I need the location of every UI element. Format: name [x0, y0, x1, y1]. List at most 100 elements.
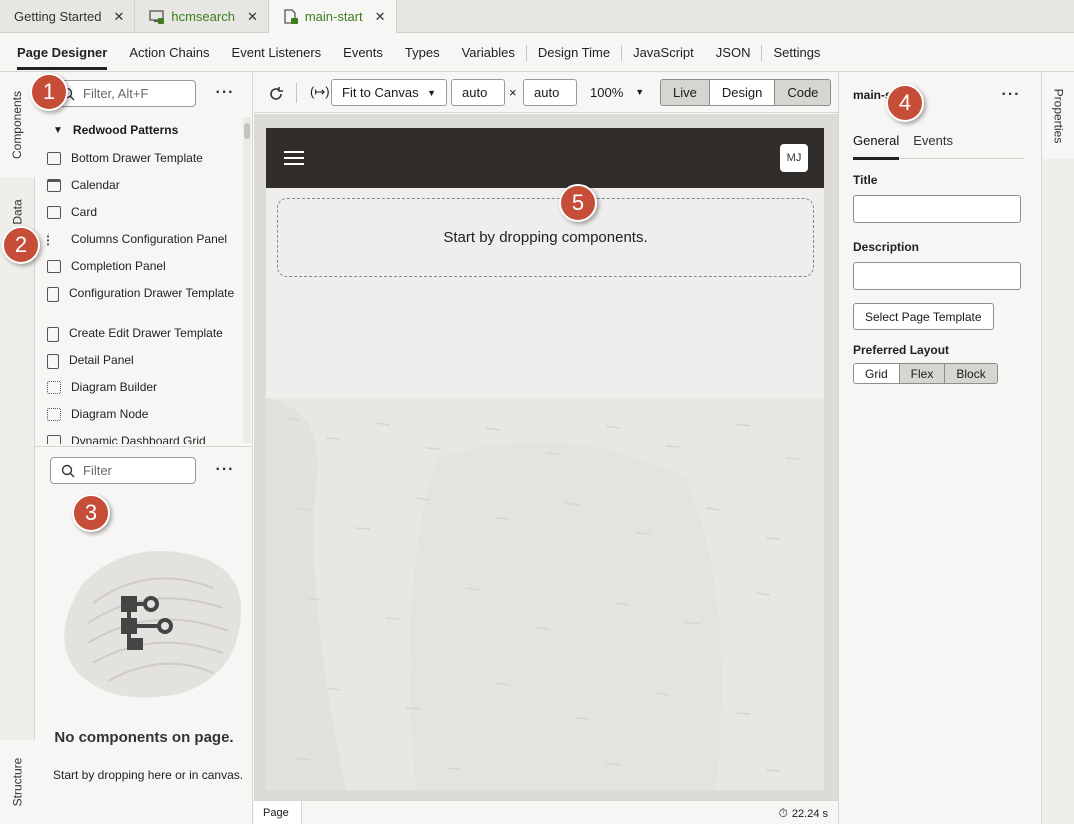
components-panel: Filter, Alt+F ··· ▼ Redwood Patterns Bot… — [35, 73, 253, 445]
component-list: Bottom Drawer Template Calendar Card Col… — [47, 147, 243, 444]
callout-badge-1: 1 — [30, 73, 68, 111]
tab-variables[interactable]: Variables — [451, 34, 526, 72]
vtab-label: Components — [10, 90, 25, 160]
callout-badge-3: 3 — [72, 494, 110, 532]
title-input[interactable] — [853, 195, 1021, 223]
structure-filter-input[interactable]: Filter — [50, 457, 196, 484]
select-page-template-button[interactable]: Select Page Template — [853, 303, 994, 330]
component-label: Calendar — [71, 178, 120, 192]
background-texture — [266, 398, 824, 790]
list-icon — [47, 233, 61, 246]
width-input[interactable]: auto — [451, 79, 505, 106]
component-bottom-drawer-template[interactable]: Bottom Drawer Template — [47, 147, 243, 174]
callout-badge-4: 4 — [886, 84, 924, 122]
component-drop-zone[interactable]: Start by dropping components. — [277, 198, 814, 277]
tab-event-listeners[interactable]: Event Listeners — [221, 34, 333, 72]
tab-general[interactable]: General — [853, 133, 900, 160]
group-label: Redwood Patterns — [72, 123, 179, 137]
component-group-header[interactable]: ▼ Redwood Patterns — [53, 123, 178, 137]
component-dynamic-dashboard-grid[interactable]: Dynamic Dashboard Grid — [47, 430, 243, 444]
components-filter-input[interactable]: Filter, Alt+F — [50, 80, 196, 107]
tab-page-designer[interactable]: Page Designer — [6, 34, 118, 72]
component-configuration-drawer-template[interactable]: Configuration Drawer Template — [47, 282, 243, 322]
component-diagram-node[interactable]: Diagram Node — [47, 403, 243, 430]
component-list-scrollbar[interactable] — [243, 117, 251, 443]
page-preview[interactable]: MJ Start by dropping components. — [266, 128, 824, 790]
tab-javascript[interactable]: JavaScript — [622, 34, 705, 72]
layout-grid[interactable]: Grid — [854, 364, 900, 383]
times-label: × — [509, 85, 517, 100]
tab-events[interactable]: Events — [913, 133, 953, 159]
component-label: Completion Panel — [71, 259, 166, 273]
component-label: Card — [71, 205, 98, 219]
component-label: Configuration Drawer Template — [69, 286, 235, 300]
component-label: Bottom Drawer Template — [71, 151, 203, 165]
description-input[interactable] — [853, 262, 1021, 290]
tab-types[interactable]: Types — [394, 34, 451, 72]
fit-to-canvas-dropdown[interactable]: Fit to Canvas ▼ — [331, 79, 447, 106]
refresh-icon[interactable] — [268, 86, 284, 102]
divider — [296, 83, 297, 103]
vtab-structure[interactable]: Structure — [0, 740, 35, 824]
variables-icon[interactable]: (↦) — [310, 84, 330, 100]
scrollbar-thumb[interactable] — [244, 123, 250, 139]
tab-main-start[interactable]: main-start ✕ — [268, 0, 397, 34]
hamburger-menu-icon[interactable] — [284, 151, 304, 165]
mode-code[interactable]: Code — [775, 80, 831, 105]
vtab-label: Structure — [10, 757, 25, 807]
layout-block[interactable]: Block — [945, 364, 997, 383]
structure-panel: Filter ··· No components on page. Start … — [35, 446, 253, 824]
template-icon — [47, 152, 61, 165]
vtab-label: Data — [10, 199, 25, 225]
tab-json[interactable]: JSON — [705, 34, 762, 72]
tab-label: Getting Started — [14, 9, 102, 24]
more-options-icon[interactable]: ··· — [213, 458, 237, 482]
drawer-icon — [47, 287, 59, 302]
left-vertical-tabs: Components Data Structure — [0, 73, 35, 824]
component-diagram-builder[interactable]: Diagram Builder — [47, 376, 243, 403]
component-label: Create Edit Drawer Template — [69, 326, 223, 340]
close-icon[interactable]: ✕ — [113, 9, 124, 25]
height-input[interactable]: auto — [523, 79, 577, 106]
component-label: Detail Panel — [69, 353, 134, 367]
stopwatch-icon: ⏱ — [778, 806, 788, 820]
tab-hcmsearch[interactable]: hcmsearch ✕ — [135, 0, 269, 33]
diagram-icon — [47, 381, 61, 394]
callout-badge-5: 5 — [559, 184, 597, 222]
component-columns-configuration-panel[interactable]: Columns Configuration Panel — [47, 228, 243, 255]
design-canvas[interactable]: MJ Start by dropping components. — [254, 114, 838, 800]
component-detail-panel[interactable]: Detail Panel — [47, 349, 243, 376]
component-label: Dynamic Dashboard Grid — [71, 434, 206, 444]
more-options-icon[interactable]: ··· — [213, 81, 237, 105]
component-completion-panel[interactable]: Completion Panel — [47, 255, 243, 282]
tab-design-time[interactable]: Design Time — [527, 34, 621, 72]
breadcrumb-page[interactable]: Page — [254, 801, 302, 824]
drop-zone-text: Start by dropping components. — [443, 229, 648, 246]
tab-action-chains[interactable]: Action Chains — [118, 34, 220, 72]
mode-live[interactable]: Live — [661, 80, 710, 105]
more-options-icon[interactable]: ··· — [999, 83, 1023, 107]
vtab-properties[interactable]: Properties — [1042, 73, 1074, 159]
tab-settings[interactable]: Settings — [762, 34, 831, 72]
load-timer: ⏱ 22.24 s — [779, 806, 828, 821]
layout-flex[interactable]: Flex — [899, 364, 946, 383]
mode-design[interactable]: Design — [709, 80, 776, 105]
properties-panel: main-s ··· General Events Title Descript… — [838, 73, 1041, 824]
empty-structure-subtitle: Start by dropping here or in canvas. — [53, 768, 244, 782]
width-value: auto — [462, 85, 488, 100]
view-mode-switch: Live Design Code — [660, 79, 832, 106]
component-create-edit-drawer-template[interactable]: Create Edit Drawer Template — [47, 322, 243, 349]
component-card[interactable]: Card — [47, 201, 243, 228]
properties-tabs: General Events — [853, 133, 1025, 160]
canvas-toolbar: (↦) Fit to Canvas ▼ auto × auto 100% ▼ L… — [254, 73, 838, 113]
component-calendar[interactable]: Calendar — [47, 174, 243, 201]
tab-getting-started[interactable]: Getting Started ✕ — [0, 0, 136, 33]
empty-structure-illustration — [64, 551, 242, 698]
tab-events[interactable]: Events — [332, 34, 394, 72]
close-icon[interactable]: ✕ — [247, 9, 258, 25]
avatar[interactable]: MJ — [780, 144, 808, 172]
component-label: Diagram Builder — [71, 380, 158, 394]
close-icon[interactable]: ✕ — [375, 9, 386, 25]
vtab-label: Properties — [1051, 88, 1066, 144]
zoom-dropdown[interactable]: 100% ▼ — [590, 85, 644, 100]
